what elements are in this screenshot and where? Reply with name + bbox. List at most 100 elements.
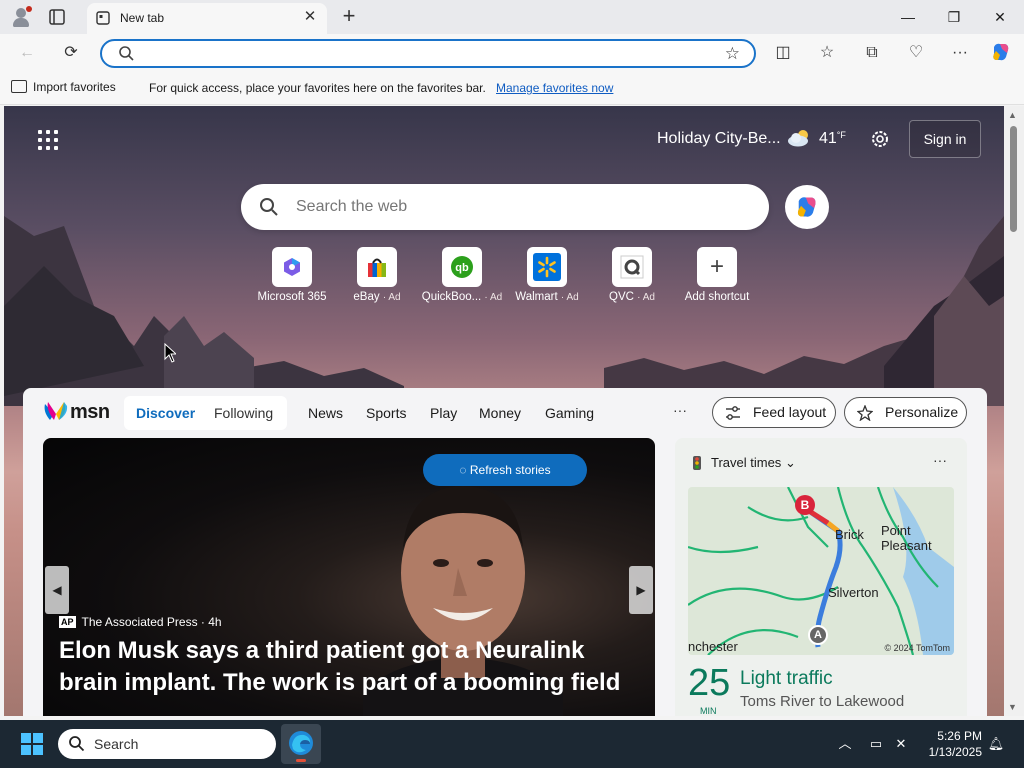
- msn-logo[interactable]: msn: [43, 398, 113, 426]
- shortcut-label: Microsoft 365: [257, 291, 327, 303]
- map-marker-a: A: [808, 625, 828, 645]
- hero-story-card[interactable]: ◌ Refresh stories ◀ ▶ AP The Associated P…: [43, 438, 655, 716]
- carousel-next-button[interactable]: ▶: [629, 566, 653, 614]
- travel-minutes: 25: [688, 662, 731, 704]
- windows-start-icon[interactable]: [21, 733, 43, 755]
- partly-cloudy-icon: [788, 130, 808, 147]
- taskbar-search-box[interactable]: Search: [58, 729, 276, 759]
- notifications-bell-icon[interactable]: 🔔︎: [986, 734, 1006, 754]
- shortcut-microsoft-365[interactable]: Microsoft 365: [247, 247, 337, 303]
- carousel-prev-button[interactable]: ◀: [45, 566, 69, 614]
- refresh-label: Refresh stories: [469, 463, 551, 477]
- search-icon: [260, 198, 278, 216]
- more-options-icon[interactable]: ···: [933, 452, 947, 468]
- show-hidden-icons-chevron-up-icon[interactable]: ︿: [835, 734, 855, 754]
- sliders-icon: [726, 406, 740, 420]
- search-icon: [119, 46, 134, 61]
- apps-launcher-icon[interactable]: [38, 130, 58, 150]
- story-source: AP The Associated Press · 4h: [59, 615, 222, 629]
- search-icon: [69, 736, 85, 752]
- shortcut-add[interactable]: + Add shortcut: [672, 247, 762, 303]
- refresh-stories-button[interactable]: ◌ Refresh stories: [423, 454, 587, 486]
- copilot-button[interactable]: [785, 185, 829, 229]
- add-favorite-star-icon[interactable]: ☆: [725, 44, 740, 64]
- svg-text:qb: qb: [455, 262, 469, 274]
- nav-gaming[interactable]: Gaming: [545, 405, 594, 421]
- ad-label: · Ad: [484, 292, 503, 303]
- walmart-spark-icon: [533, 253, 561, 281]
- story-headline[interactable]: Elon Musk says a third patient got a Neu…: [59, 635, 649, 699]
- weather-temperature[interactable]: 41°F: [819, 130, 846, 148]
- back-button[interactable]: ←: [14, 41, 40, 65]
- import-favorites-icon: [11, 80, 27, 93]
- source-name[interactable]: The Associated Press: [82, 615, 198, 629]
- sparkle-star-icon: [857, 405, 873, 421]
- refresh-button[interactable]: ⟳: [58, 41, 84, 65]
- gear-icon[interactable]: [869, 128, 891, 150]
- close-window-button[interactable]: ✕: [978, 4, 1022, 30]
- map-label-manchester: nchester: [688, 639, 738, 654]
- address-bar[interactable]: ☆: [100, 39, 756, 68]
- msn-feed: msn Discover Following News Sports Play …: [23, 388, 987, 716]
- minimize-button[interactable]: —: [886, 4, 930, 30]
- travel-times-title[interactable]: Travel times ⌄: [711, 455, 796, 471]
- volume-muted-icon[interactable]: ✕: [891, 734, 911, 754]
- settings-and-more-icon[interactable]: ···: [947, 41, 973, 65]
- favorites-bar-message: For quick access, place your favorites h…: [149, 81, 486, 95]
- msn-wordmark: msn: [70, 401, 110, 423]
- new-tab-button[interactable]: +: [336, 4, 362, 30]
- profile-icon[interactable]: [10, 6, 32, 28]
- shortcut-walmart[interactable]: Walmart · Ad: [502, 247, 592, 303]
- favorites-icon[interactable]: ☆: [814, 41, 840, 65]
- taskbar-search-placeholder: Search: [94, 736, 139, 752]
- taskbar: Search ︿ ▭ ✕ 5:26 PM 1/13/2025 🔔︎: [0, 720, 1024, 768]
- scrollbar-thumb[interactable]: [1010, 126, 1017, 232]
- traffic-map[interactable]: B A Brick Point Pleasant Silverton nches…: [688, 487, 954, 655]
- weather-location[interactable]: Holiday City-Be...: [657, 130, 781, 148]
- personalize-label: Personalize: [885, 404, 959, 420]
- shortcut-ebay[interactable]: eBay · Ad: [332, 247, 422, 303]
- favorites-bar: Import favorites For quick access, place…: [0, 72, 1024, 105]
- page-scrollbar[interactable]: ▲ ▼: [1004, 106, 1024, 716]
- shortcut-qvc[interactable]: QVC · Ad: [587, 247, 677, 303]
- web-search-box[interactable]: Search the web: [241, 184, 769, 230]
- personalize-button[interactable]: Personalize: [844, 397, 967, 428]
- scroll-down-icon[interactable]: ▼: [1008, 702, 1017, 712]
- feed-tab-group: Discover Following: [124, 396, 287, 430]
- tab-actions-icon[interactable]: [48, 8, 72, 28]
- nav-news[interactable]: News: [308, 405, 343, 421]
- nav-money[interactable]: Money: [479, 405, 521, 421]
- collections-icon[interactable]: ⧉: [859, 41, 885, 65]
- split-screen-icon[interactable]: ◫: [770, 41, 796, 65]
- manage-favorites-link[interactable]: Manage favorites now: [496, 81, 613, 95]
- tab-discover[interactable]: Discover: [136, 405, 195, 421]
- temperature-unit: °F: [836, 130, 846, 140]
- sign-in-button[interactable]: Sign in: [909, 120, 981, 158]
- nav-sports[interactable]: Sports: [366, 405, 406, 421]
- close-tab-icon[interactable]: ✕: [301, 8, 319, 26]
- shortcut-label: eBay: [353, 291, 380, 303]
- tab-following[interactable]: Following: [214, 405, 273, 421]
- edge-taskbar-button[interactable]: [281, 724, 321, 764]
- feed-layout-button[interactable]: Feed layout: [712, 397, 836, 428]
- import-favorites-button[interactable]: Import favorites: [11, 80, 116, 94]
- shortcut-quickbooks[interactable]: qb QuickBoo... · Ad: [417, 247, 507, 303]
- title-bar: New tab ✕ + — ❐ ✕: [0, 0, 1024, 34]
- nav-play[interactable]: Play: [430, 405, 457, 421]
- map-copyright: © 2024 TomTom: [884, 643, 951, 653]
- travel-route[interactable]: Toms River to Lakewood: [740, 693, 904, 710]
- network-icon[interactable]: ▭: [866, 734, 886, 754]
- copilot-icon[interactable]: [988, 41, 1014, 65]
- ap-logo-icon: AP: [59, 616, 76, 628]
- scroll-up-icon[interactable]: ▲: [1008, 110, 1017, 120]
- restore-button[interactable]: ❐: [932, 4, 976, 30]
- new-tab-icon: [96, 11, 110, 25]
- browser-essentials-icon[interactable]: ♡: [903, 41, 929, 65]
- system-clock[interactable]: 5:26 PM 1/13/2025: [918, 728, 982, 760]
- copilot-icon: [797, 197, 816, 217]
- import-favorites-label: Import favorites: [33, 80, 116, 94]
- shortcut-label: Add shortcut: [684, 291, 750, 303]
- tab-new-tab[interactable]: New tab ✕: [87, 3, 327, 34]
- more-nav-icon[interactable]: ···: [673, 402, 687, 418]
- ad-label: · Ad: [382, 292, 401, 303]
